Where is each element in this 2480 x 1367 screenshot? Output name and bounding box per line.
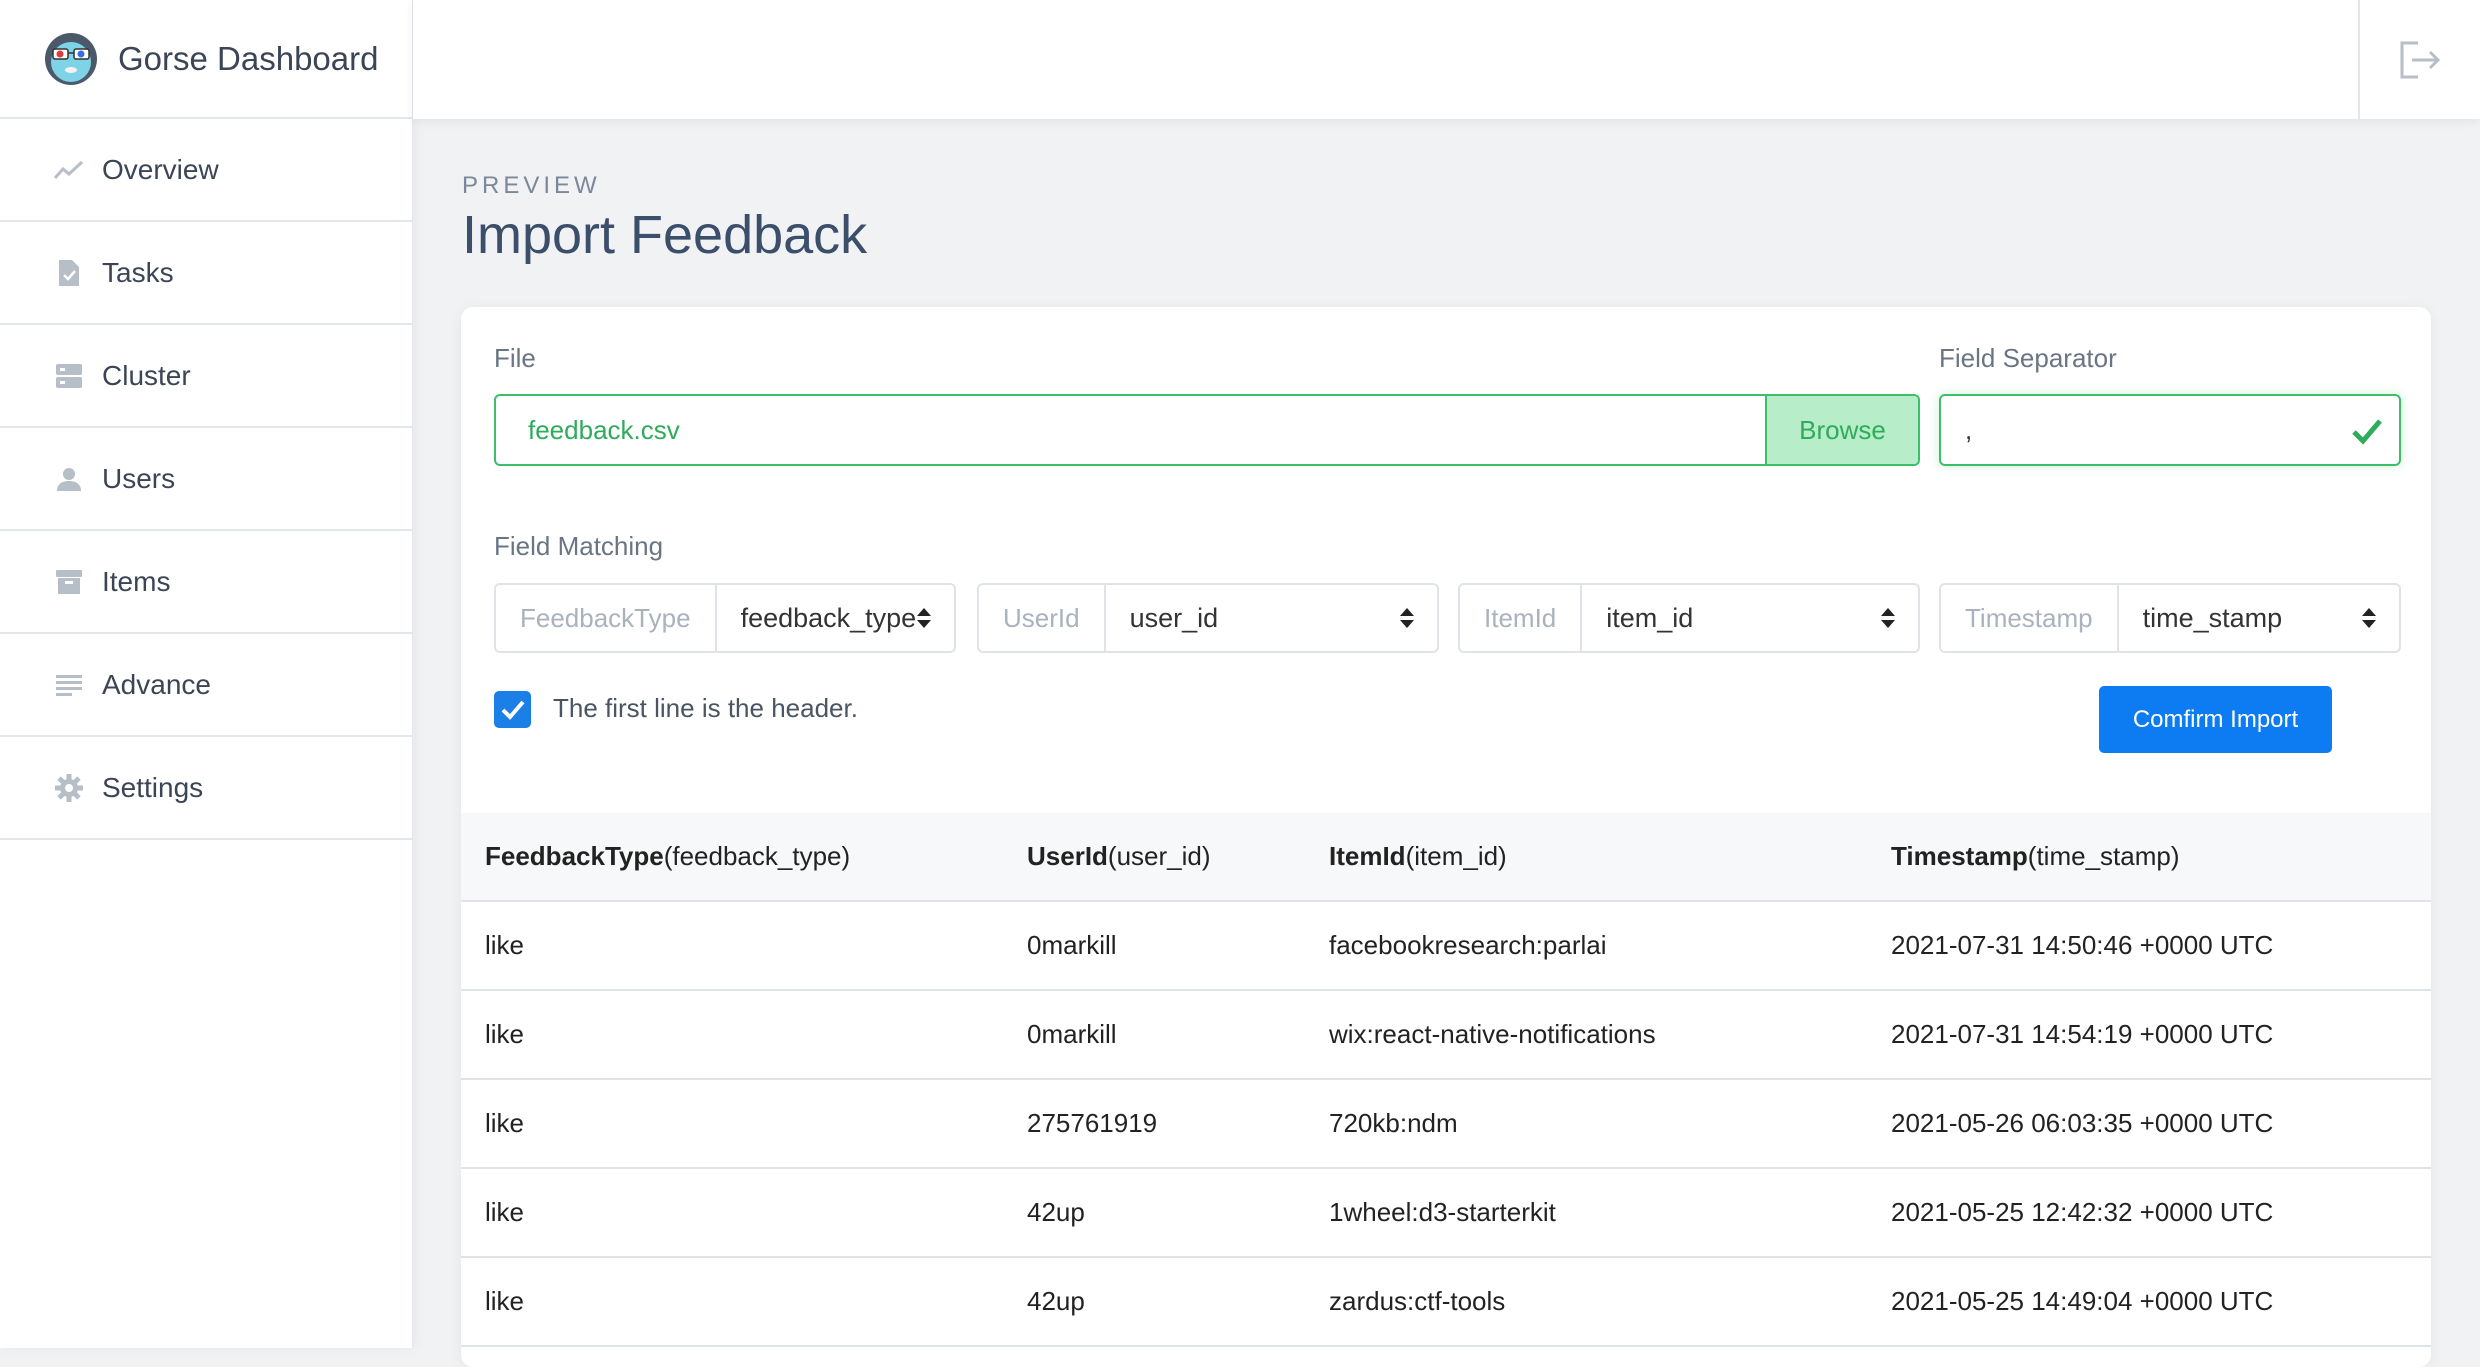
- confirm-import-button[interactable]: Comfirm Import: [2099, 686, 2332, 753]
- sidebar-item-label: Settings: [102, 771, 204, 803]
- preview-table: FeedbackType(feedback_type) UserId(user_…: [461, 813, 2431, 1347]
- select-value: item_id: [1606, 602, 1694, 633]
- file-label: File: [494, 343, 536, 373]
- table-cell: 42up: [1027, 1197, 1085, 1227]
- checkmark-icon: [501, 700, 525, 720]
- select-value: feedback_type: [740, 602, 917, 633]
- match-prefix: ItemId: [1460, 585, 1583, 651]
- sidebar-item-label: Overview: [102, 153, 219, 185]
- field-separator-input[interactable]: ,: [1939, 394, 2401, 466]
- file-name: feedback.csv: [528, 414, 680, 445]
- table-cell: like: [485, 1108, 525, 1138]
- sidebar-item-tasks[interactable]: Tasks: [0, 222, 412, 325]
- table-cell: 2021-05-25 12:42:32 +0000 UTC: [1891, 1197, 2274, 1227]
- table-cell: like: [485, 930, 525, 960]
- sidebar-item-settings[interactable]: Settings: [0, 737, 412, 840]
- logout-icon: [2400, 41, 2441, 78]
- match-prefix: UserId: [979, 585, 1106, 651]
- table-row: like 42up 1wheel:d3-starterkit 2021-05-2…: [461, 1169, 2431, 1258]
- match-user-id: UserId user_id: [977, 583, 1439, 653]
- user-id-select[interactable]: user_id: [1106, 585, 1437, 651]
- sort-arrows-icon: [2362, 608, 2376, 628]
- table-row: like 0markill wix:react-native-notificat…: [461, 991, 2431, 1080]
- table-cell: 720kb:ndm: [1329, 1108, 1458, 1138]
- import-card: File Field Separator feedback.csv Browse…: [461, 307, 2431, 1367]
- sort-arrows-icon: [1881, 608, 1895, 628]
- sidebar-item-label: Cluster: [102, 359, 191, 391]
- table-cell: 1wheel:d3-starterkit: [1329, 1197, 1556, 1227]
- table-cell: 275761919: [1027, 1108, 1158, 1138]
- match-prefix: FeedbackType: [496, 585, 717, 651]
- select-value: user_id: [1129, 602, 1219, 633]
- page-header: PREVIEW Import Feedback: [462, 172, 867, 266]
- header-checkbox[interactable]: [494, 691, 531, 728]
- archive-icon: [54, 567, 84, 597]
- match-timestamp: Timestamp time_stamp: [1939, 583, 2401, 653]
- feedback-type-select[interactable]: feedback_type: [717, 585, 954, 651]
- column-header: FeedbackType(feedback_type): [485, 841, 851, 871]
- match-feedback-type: FeedbackType feedback_type: [494, 583, 956, 653]
- sidebar-item-cluster[interactable]: Cluster: [0, 325, 412, 428]
- brand[interactable]: Gorse Dashboard: [0, 0, 412, 119]
- separator-label: Field Separator: [1939, 343, 2117, 373]
- sidebar-item-items[interactable]: Items: [0, 531, 412, 634]
- check-icon: [2352, 419, 2382, 445]
- match-prefix: Timestamp: [1941, 585, 2119, 651]
- table-cell: 2021-07-31 14:54:19 +0000 UTC: [1891, 1019, 2274, 1049]
- table-cell: zardus:ctf-tools: [1329, 1286, 1506, 1316]
- logout-button[interactable]: [2358, 0, 2480, 119]
- sidebar-item-overview[interactable]: Overview: [0, 119, 412, 222]
- table-header: FeedbackType(feedback_type) UserId(user_…: [461, 813, 2431, 902]
- file-input[interactable]: feedback.csv Browse: [494, 394, 1920, 466]
- page-title: Import Feedback: [462, 205, 868, 265]
- file-check-icon: [54, 258, 84, 288]
- lines-icon: [54, 670, 84, 700]
- sidebar-item-label: Advance: [102, 668, 211, 700]
- sort-arrows-icon: [917, 608, 932, 628]
- gorse-logo-icon: [45, 32, 97, 85]
- sidebar-item-users[interactable]: Users: [0, 428, 412, 531]
- separator-value: ,: [1965, 414, 1973, 445]
- sort-arrows-icon: [1400, 608, 1414, 628]
- top-bar: [413, 0, 2480, 119]
- user-icon: [54, 464, 84, 494]
- server-icon: [54, 361, 84, 391]
- table-cell: like: [485, 1197, 525, 1227]
- select-value: time_stamp: [2142, 602, 2283, 633]
- sidebar: Gorse Dashboard Overview Tasks Cluster U…: [0, 0, 413, 1348]
- table-row: like 42up zardus:ctf-tools 2021-05-25 14…: [461, 1258, 2431, 1347]
- table-cell: facebookresearch:parlai: [1329, 930, 1607, 960]
- table-row: like 275761919 720kb:ndm 2021-05-26 06:0…: [461, 1080, 2431, 1169]
- chart-line-icon: [54, 155, 84, 185]
- item-id-select[interactable]: item_id: [1582, 585, 1918, 651]
- table-cell: 0markill: [1027, 1019, 1117, 1049]
- sidebar-item-advance[interactable]: Advance: [0, 634, 412, 737]
- sidebar-item-label: Items: [102, 565, 171, 597]
- column-header: Timestamp(time_stamp): [1891, 841, 2180, 871]
- table-cell: 2021-05-26 06:03:35 +0000 UTC: [1891, 1108, 2274, 1138]
- sidebar-item-label: Tasks: [102, 256, 174, 288]
- header-checkbox-label[interactable]: The first line is the header.: [553, 693, 858, 724]
- browse-button[interactable]: Browse: [1765, 396, 1918, 464]
- gear-icon: [54, 773, 84, 803]
- table-cell: wix:react-native-notifications: [1329, 1019, 1656, 1049]
- timestamp-select[interactable]: time_stamp: [2119, 585, 2399, 651]
- column-header: ItemId(item_id): [1329, 841, 1507, 871]
- table-cell: 0markill: [1027, 930, 1117, 960]
- match-item-id: ItemId item_id: [1458, 583, 1920, 653]
- field-matching-label: Field Matching: [494, 531, 664, 561]
- table-cell: 42up: [1027, 1286, 1085, 1316]
- brand-name: Gorse Dashboard: [118, 39, 379, 77]
- table-cell: like: [485, 1286, 525, 1316]
- table-cell: 2021-07-31 14:50:46 +0000 UTC: [1891, 930, 2274, 960]
- table-cell: like: [485, 1019, 525, 1049]
- table-cell: 2021-05-25 14:49:04 +0000 UTC: [1891, 1286, 2274, 1316]
- page-subheading: PREVIEW: [462, 172, 601, 199]
- table-row: like 0markill facebookresearch:parlai 20…: [461, 902, 2431, 991]
- sidebar-item-label: Users: [102, 462, 176, 494]
- column-header: UserId(user_id): [1027, 841, 1211, 871]
